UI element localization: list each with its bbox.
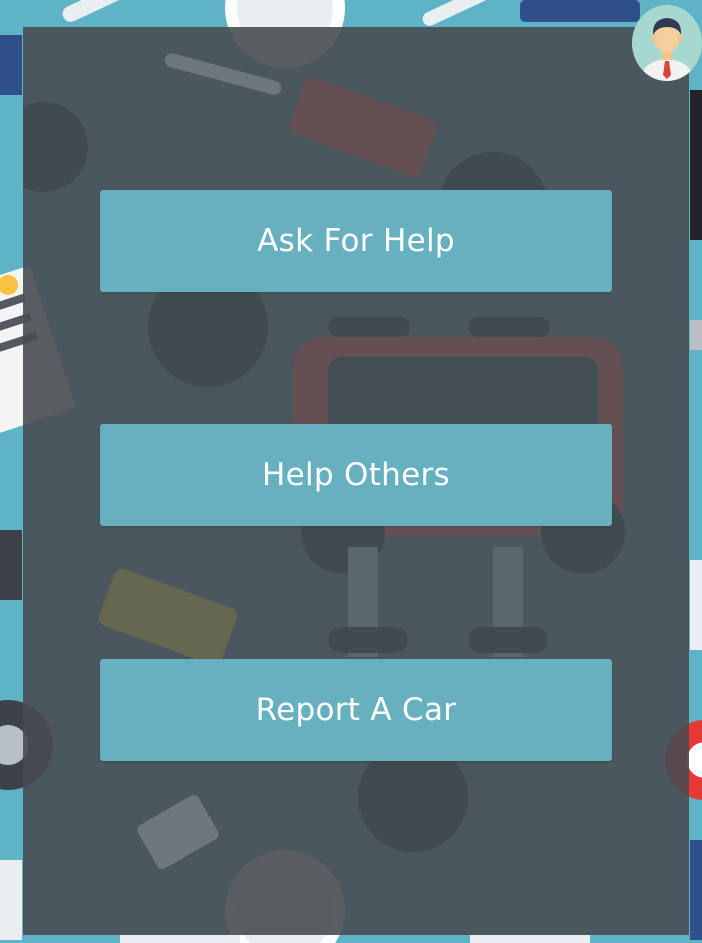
profile-avatar[interactable] [632, 5, 702, 81]
menu-panel: Ask For Help Help Others Report A Car [23, 27, 689, 935]
help-others-button[interactable]: Help Others [100, 424, 612, 526]
ask-for-help-button[interactable]: Ask For Help [100, 190, 612, 292]
user-avatar-icon [632, 8, 702, 81]
wrench-icon [520, 0, 640, 22]
report-a-car-button[interactable]: Report A Car [100, 659, 612, 761]
